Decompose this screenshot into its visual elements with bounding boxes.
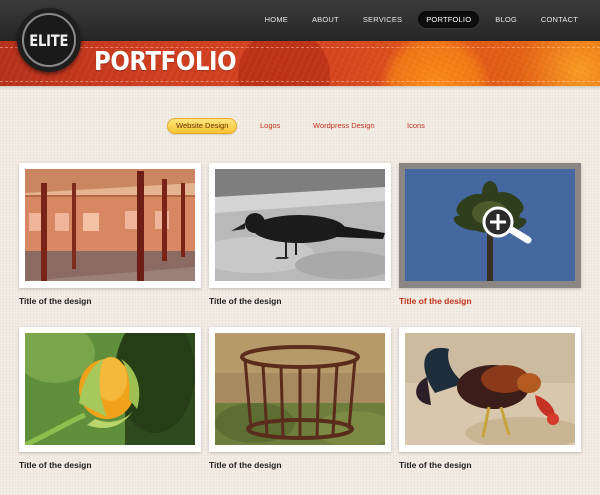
portfolio-item-title[interactable]: Title of the design (399, 296, 472, 306)
palm-tree-photo[interactable] (405, 169, 575, 281)
banner-shadow (0, 86, 600, 90)
top-navigation-bar: HOME ABOUT SERVICES PORTFOLIO BLOG CONTA… (0, 0, 600, 42)
nav-services[interactable]: SERVICES (355, 11, 410, 28)
page-banner: PORTFOLIO (0, 41, 600, 86)
banner-stitch-line (0, 81, 600, 82)
banner-stitch-line (0, 47, 600, 48)
nav-blog[interactable]: BLOG (487, 11, 525, 28)
thumbnail-frame (209, 327, 391, 452)
filter-website-design[interactable]: Website Design (167, 118, 238, 134)
nav-portfolio[interactable]: PORTFOLIO (418, 11, 480, 28)
nav-contact[interactable]: CONTACT (533, 11, 586, 28)
thumbnail-frame (209, 163, 391, 288)
arcade-building-photo[interactable] (25, 169, 195, 281)
filter-icons[interactable]: Icons (407, 118, 425, 134)
thumbnail-frame (399, 327, 581, 452)
orange-flower-bud-photo[interactable] (25, 333, 195, 445)
portfolio-item-title[interactable]: Title of the design (19, 296, 92, 306)
nav-home[interactable]: HOME (257, 11, 296, 28)
page-title: PORTFOLIO (94, 47, 237, 77)
rooster-photo[interactable] (405, 333, 575, 445)
rusty-basket-photo[interactable] (215, 333, 385, 445)
crow-photo[interactable] (215, 169, 385, 281)
main-nav: HOME ABOUT SERVICES PORTFOLIO BLOG CONTA… (249, 11, 586, 28)
portfolio-item-title[interactable]: Title of the design (19, 460, 92, 470)
filter-logos[interactable]: Logos (260, 118, 280, 134)
logo-ring: ELITE (22, 13, 76, 67)
portfolio-item-title[interactable]: Title of the design (209, 296, 282, 306)
portfolio-item-title[interactable]: Title of the design (399, 460, 472, 470)
filter-wordpress-design[interactable]: Wordpress Design (313, 118, 375, 134)
thumbnail-frame (399, 163, 581, 288)
portfolio-filter-bar: Website Design Logos Wordpress Design Ic… (0, 118, 600, 134)
thumbnail-frame (19, 327, 201, 452)
nav-about[interactable]: ABOUT (304, 11, 347, 28)
site-logo[interactable]: ELITE (17, 8, 81, 72)
zoom-magnifier-icon[interactable] (482, 206, 536, 246)
logo-text: ELITE (29, 30, 69, 50)
portfolio-item-title[interactable]: Title of the design (209, 460, 282, 470)
thumbnail-frame (19, 163, 201, 288)
